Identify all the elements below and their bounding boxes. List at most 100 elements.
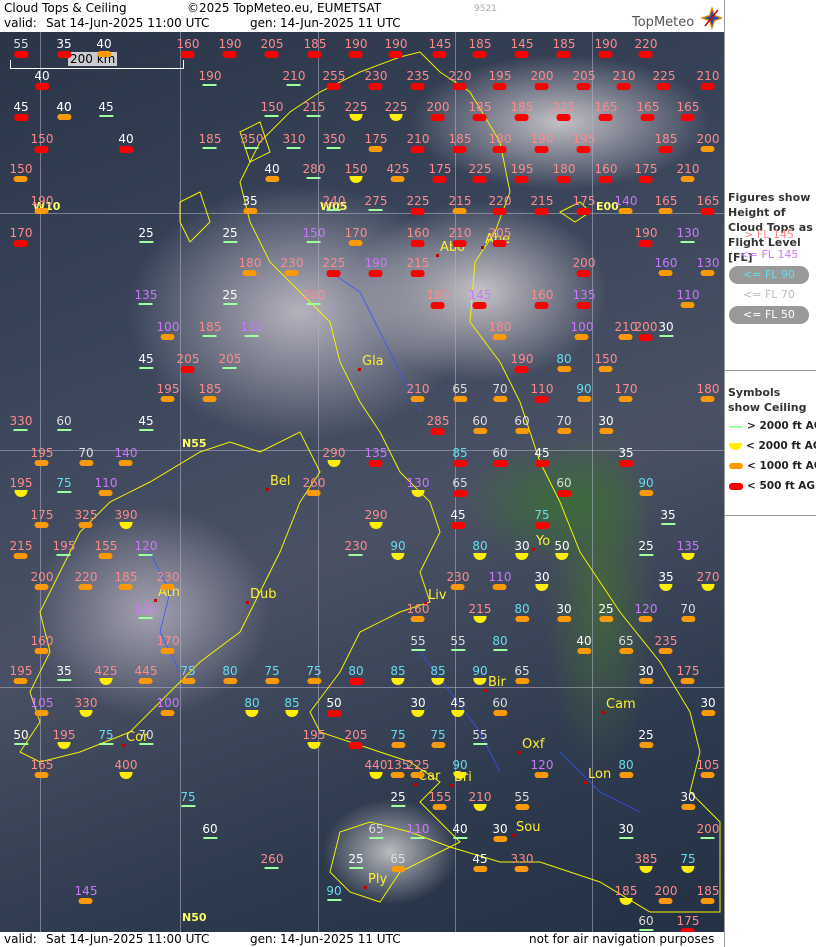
cloud-top-marker: 290	[365, 509, 387, 529]
cloud-top-value: 200	[572, 256, 596, 270]
cloud-top-value: 285	[426, 414, 450, 428]
cloud-top-value: 135	[364, 446, 388, 460]
ceiling-symbol-icon	[161, 396, 175, 402]
ceiling-symbol-icon	[57, 114, 71, 120]
cloud-top-marker: 150	[30, 132, 54, 153]
cloud-top-value: 240	[322, 194, 346, 208]
cloud-top-marker: 25	[598, 603, 614, 622]
cloud-top-marker: 330	[75, 697, 97, 717]
cloud-top-value: 45	[138, 414, 154, 428]
cloud-top-marker: 165	[595, 101, 617, 121]
cloud-top-value: 40	[56, 100, 72, 114]
ceiling-symbol-icon	[411, 146, 425, 153]
cloud-top-value: 210	[696, 69, 720, 83]
ceiling-symbol-icon	[515, 866, 529, 872]
ceiling-symbol-icon	[639, 240, 653, 247]
ceiling-symbol-icon	[411, 490, 425, 497]
cloud-top-marker: 60	[492, 447, 508, 467]
ceiling-symbol-icon	[265, 678, 279, 684]
cloud-top-marker: 80	[514, 603, 530, 622]
cloud-top-value: 65	[618, 634, 634, 648]
cloud-top-value: 100	[156, 320, 180, 334]
footer-valid-label: valid:	[4, 932, 37, 946]
cloud-top-marker: 75	[390, 729, 406, 748]
ceiling-symbol-icon	[619, 208, 633, 214]
ceiling-symbol-icon	[619, 837, 633, 839]
cloud-top-marker: 195	[53, 729, 75, 749]
cloud-top-value: 130	[676, 226, 700, 240]
cloud-top-value: 165	[30, 758, 54, 772]
cloud-top-marker: 110	[95, 477, 117, 496]
cloud-top-value: 215	[530, 194, 554, 208]
cloud-top-value: 185	[614, 884, 638, 898]
cloud-top-marker: 185	[697, 885, 719, 904]
ceiling-symbol-icon	[79, 584, 93, 590]
cloud-top-marker: 330	[10, 415, 32, 431]
cloud-top-value: 195	[572, 132, 596, 146]
ceiling-symbol-icon	[14, 51, 28, 58]
ceiling-symbol-icon	[701, 146, 715, 152]
cloud-top-value: 325	[74, 508, 98, 522]
ceiling-symbol-icon	[411, 396, 425, 402]
cloud-top-value: 75	[180, 664, 196, 678]
cloud-top-value: 130	[696, 256, 720, 270]
cloud-top-value: 90	[638, 476, 654, 490]
ceiling-symbol-icon	[369, 209, 383, 211]
cloud-top-value: 80	[244, 696, 260, 710]
cloud-top-value: 200	[654, 884, 678, 898]
ceiling-symbol-icon	[453, 490, 467, 497]
cloud-top-marker: 425	[387, 163, 409, 182]
cloud-top-marker: 185	[304, 38, 326, 58]
cloud-top-value: 55	[13, 37, 29, 51]
cloud-top-value: 55	[472, 728, 488, 742]
cloud-top-marker: 135	[677, 540, 699, 560]
cloud-top-marker: 75	[430, 729, 446, 748]
ceiling-symbol-icon	[619, 460, 633, 467]
ceiling-symbol-icon	[411, 837, 425, 839]
cloud-top-value: 105	[30, 696, 54, 710]
ceiling-symbol-icon	[14, 240, 28, 247]
cloud-top-marker: 70	[78, 447, 94, 466]
cloud-top-value: 210	[282, 69, 306, 83]
cloud-top-value: 205	[488, 226, 512, 240]
cloud-top-value: 45	[450, 508, 466, 522]
ceiling-symbol-icon	[307, 115, 321, 117]
cloud-top-marker: 215	[530, 194, 554, 215]
cloud-top-marker: 55	[472, 728, 488, 745]
cloud-top-marker: 140	[115, 447, 137, 466]
ceiling-symbol-icon	[557, 366, 571, 372]
cloud-top-value: 215	[448, 194, 472, 208]
city-label: Bel	[270, 474, 291, 489]
ceiling-symbol-icon	[681, 678, 695, 684]
ceiling-symbol-icon	[57, 679, 71, 681]
ceiling-symbol-icon	[389, 51, 403, 58]
cloud-top-marker: 105	[30, 696, 54, 716]
cloud-top-value: 75	[98, 728, 114, 742]
cloud-top-marker: 50	[326, 697, 342, 717]
ceiling-symbol-icon	[79, 460, 93, 466]
ceiling-symbol-icon	[391, 553, 405, 560]
cloud-top-marker: 235	[655, 635, 677, 654]
ceiling-symbol-icon	[453, 240, 467, 247]
cloud-top-marker: 195	[10, 477, 32, 497]
cloud-top-value: 190	[30, 194, 54, 208]
cloud-top-marker: 60	[638, 915, 654, 931]
ceiling-symbol-icon	[243, 208, 257, 214]
ceiling-symbol-icon	[285, 710, 299, 717]
satellite-map[interactable]: W10 W05 E00 N55 N50 200 km AboAbeGlaBelA…	[0, 32, 724, 932]
cloud-top-value: 310	[282, 132, 306, 146]
ceiling-symbol-icon	[327, 270, 341, 277]
city-marker	[122, 744, 125, 747]
cloud-top-value: 195	[510, 162, 534, 176]
cloud-top-value: 150	[30, 132, 54, 146]
legend-height-item: <= FL 70	[743, 288, 795, 301]
cloud-top-marker: 40	[118, 133, 134, 153]
cloud-top-marker: 40	[452, 823, 468, 839]
cloud-top-value: 25	[138, 226, 154, 240]
cloud-top-marker: 75	[680, 853, 696, 873]
cloud-top-value: 145	[74, 884, 98, 898]
cloud-top-marker: 65	[618, 634, 634, 654]
ceiling-symbol-icon	[327, 710, 341, 717]
city-label: Ply	[368, 872, 388, 887]
ceiling-symbol-icon	[639, 678, 653, 684]
